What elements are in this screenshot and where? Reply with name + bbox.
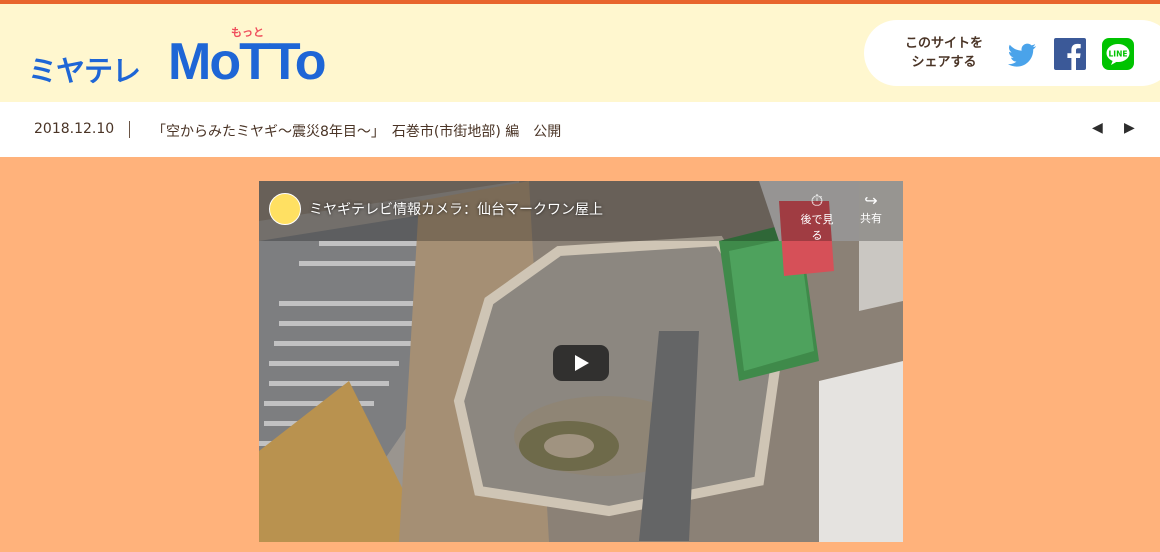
news-ticker: 2018.12.10 「空からみたミヤギ〜震災8年目〜」 石巻市(市街地部) 編…: [0, 102, 1160, 157]
video-share-label: 共有: [860, 212, 882, 225]
logo-text-jp: ミヤテレ: [28, 54, 141, 88]
news-date: 2018.12.10: [34, 121, 115, 137]
watch-later-button[interactable]: ⏱ 後で見る: [797, 191, 837, 243]
line-icon[interactable]: LINE: [1102, 38, 1134, 70]
share-label-line1: このサイトを: [904, 36, 983, 51]
line-icon-text: LINE: [1109, 50, 1128, 59]
share-box: このサイトを シェアする LINE: [864, 20, 1160, 86]
share-label: このサイトを シェアする: [894, 34, 994, 72]
twitter-icon[interactable]: [1006, 39, 1038, 71]
logo-text-en: MoTTo: [168, 33, 327, 91]
clock-icon: ⏱: [810, 191, 824, 210]
video-player[interactable]: ミヤギテレビ情報カメラ：仙台マークワン屋上 ⏱ 後で見る ↪ 共有: [259, 181, 903, 542]
facebook-icon[interactable]: [1054, 38, 1086, 70]
prev-news-button[interactable]: ◀: [1092, 120, 1103, 136]
watch-later-label: 後で見る: [800, 213, 834, 242]
video-title[interactable]: ミヤギテレビ情報カメラ：仙台マークワン屋上: [309, 199, 603, 219]
news-link[interactable]: 「空からみたミヤギ〜震災8年目〜」 石巻市(市街地部) 編 公開: [152, 121, 561, 141]
news-divider: [129, 121, 130, 138]
site-logo[interactable]: ミヤテレ MoTTo もっと: [28, 22, 378, 92]
next-news-button[interactable]: ▶: [1124, 120, 1135, 136]
video-share-button[interactable]: ↪ 共有: [851, 191, 891, 226]
play-button[interactable]: [553, 345, 609, 381]
share-arrow-icon: ↪: [864, 191, 878, 210]
logo-ruby: もっと: [231, 26, 264, 39]
site-header: ミヤテレ MoTTo もっと このサイトを シェアする LINE: [0, 4, 1160, 102]
share-label-line2: シェアする: [911, 55, 977, 70]
channel-avatar[interactable]: [269, 193, 301, 225]
